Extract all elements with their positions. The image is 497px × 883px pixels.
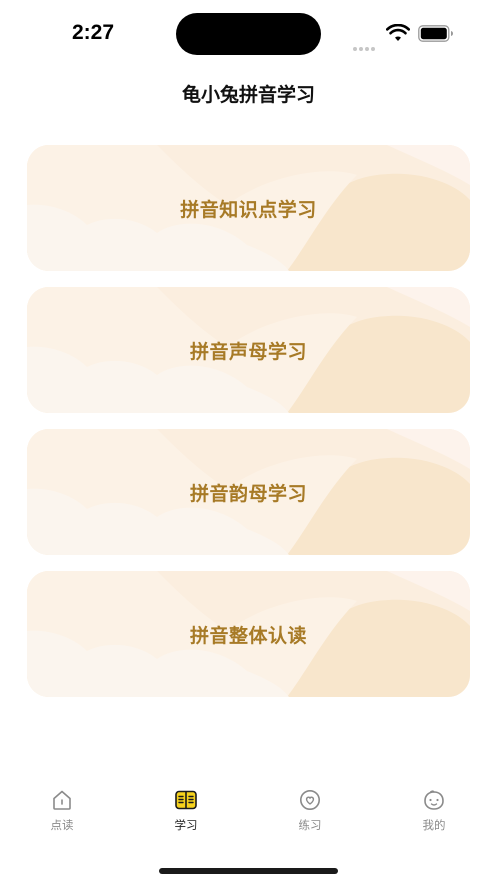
tab-xuexi[interactable]: 学习 xyxy=(146,788,226,833)
card-label: 拼音整体认读 xyxy=(189,624,307,647)
book-icon xyxy=(175,790,197,810)
card-label: 拼音韵母学习 xyxy=(189,482,307,505)
card-whole-syllables[interactable]: 拼音整体认读 xyxy=(27,571,470,697)
heart-icon xyxy=(300,790,320,810)
face-icon xyxy=(424,790,444,810)
card-pinyin-knowledge[interactable]: 拼音知识点学习 xyxy=(27,145,470,271)
tab-label: 练习 xyxy=(298,818,322,832)
card-initials[interactable]: 拼音声母学习 xyxy=(27,287,470,413)
signal-icon xyxy=(353,36,377,55)
battery-icon xyxy=(418,25,453,42)
tab-label: 我的 xyxy=(422,818,446,832)
tab-lianxi[interactable]: 练习 xyxy=(270,788,350,833)
card-finals[interactable]: 拼音韵母学习 xyxy=(27,429,470,555)
tab-bar: 点读 学习 练习 我的 xyxy=(0,788,497,848)
tab-wode[interactable]: 我的 xyxy=(394,788,474,833)
wifi-icon xyxy=(386,24,410,41)
page-title: 龟小兔拼音学习 xyxy=(181,84,315,106)
tab-label: 学习 xyxy=(174,818,198,832)
status-time: 2:27 xyxy=(72,21,115,44)
status-bar: 2:27 xyxy=(0,0,497,66)
dynamic-island xyxy=(176,13,321,55)
home-indicator[interactable] xyxy=(159,868,338,874)
tab-diandu[interactable]: 点读 xyxy=(22,788,102,833)
home-icon xyxy=(53,790,71,810)
tab-label: 点读 xyxy=(50,818,74,832)
card-label: 拼音知识点学习 xyxy=(180,198,317,221)
card-label: 拼音声母学习 xyxy=(189,340,307,363)
